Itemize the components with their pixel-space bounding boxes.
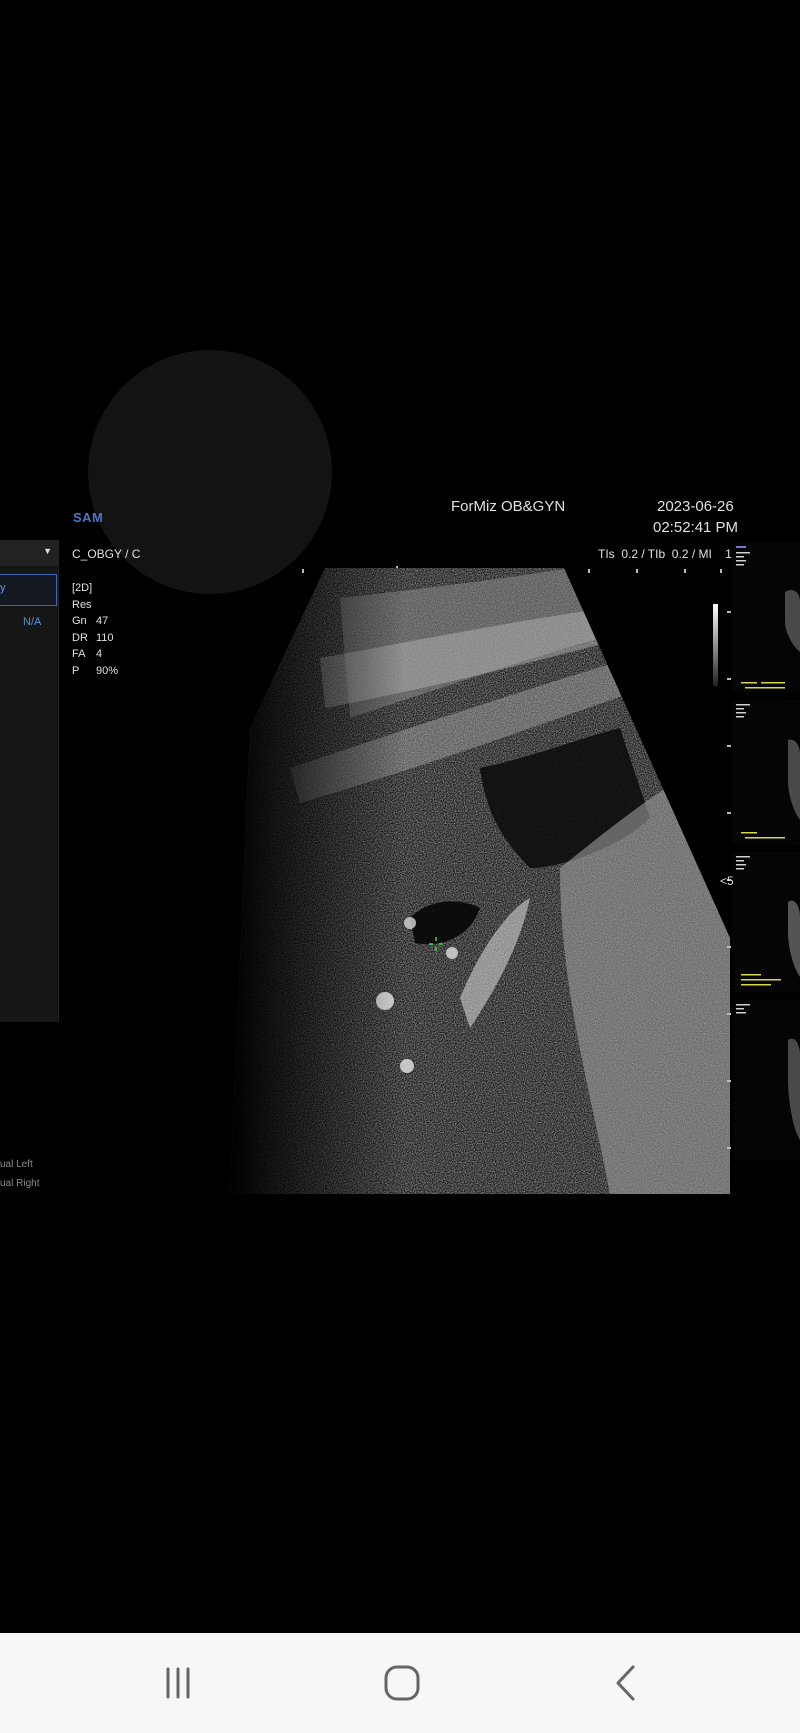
preset-label: C_OBGY / C xyxy=(72,547,141,561)
hospital-name: ForMiz OB&GYN xyxy=(451,498,566,515)
dual-left-option[interactable]: ual Left xyxy=(0,1159,33,1170)
mode-label: [2D] xyxy=(72,582,93,594)
system-navigation-bar xyxy=(0,1633,800,1733)
recents-icon xyxy=(166,1667,190,1699)
thumbnail-2[interactable] xyxy=(733,700,800,845)
thumbnail-4[interactable] xyxy=(733,1000,800,1160)
ultrasound-image[interactable] xyxy=(230,568,730,1194)
back-button[interactable] xyxy=(566,1633,686,1733)
thumbnail-strip xyxy=(733,540,800,1200)
power-row: P 90% xyxy=(72,664,119,677)
thermal-indices: TIs 0.2 / TIb 0.2 / MI 1.0 xyxy=(598,547,742,561)
left-control-panel xyxy=(0,540,59,1022)
gain-row: Gn 47 xyxy=(72,615,109,627)
focus-arrow-icon: < xyxy=(720,874,728,888)
left-selected-label: y xyxy=(0,582,6,594)
res-label: Res xyxy=(72,598,92,611)
imaging-parameters: [2D] Res Gn 47 DR 110 FA 4 P 90% xyxy=(72,580,118,679)
home-icon xyxy=(384,1665,420,1701)
frame-average-row: FA 4 xyxy=(72,648,103,660)
dual-right-option[interactable]: ual Right xyxy=(0,1178,39,1189)
focus-marker: <5 xyxy=(720,874,734,888)
left-selected-item[interactable]: y xyxy=(0,574,57,606)
exam-date: 2023-06-26 xyxy=(657,498,734,515)
thumbnail-1[interactable] xyxy=(733,542,800,692)
exam-time: 02:52:41 PM xyxy=(653,519,739,536)
thumbnail-3[interactable] xyxy=(733,852,800,992)
back-icon xyxy=(616,1665,635,1701)
home-button[interactable] xyxy=(342,1633,462,1733)
left-dropdown[interactable]: ▼ xyxy=(0,540,58,566)
left-na-value: N/A xyxy=(23,616,42,628)
recents-button[interactable] xyxy=(118,1633,238,1733)
dynamic-range-row: DR 110 xyxy=(72,631,114,644)
brand-logo: SAM xyxy=(73,510,104,525)
grayscale-bar xyxy=(713,604,718,686)
dropdown-caret-icon: ▼ xyxy=(43,546,52,556)
